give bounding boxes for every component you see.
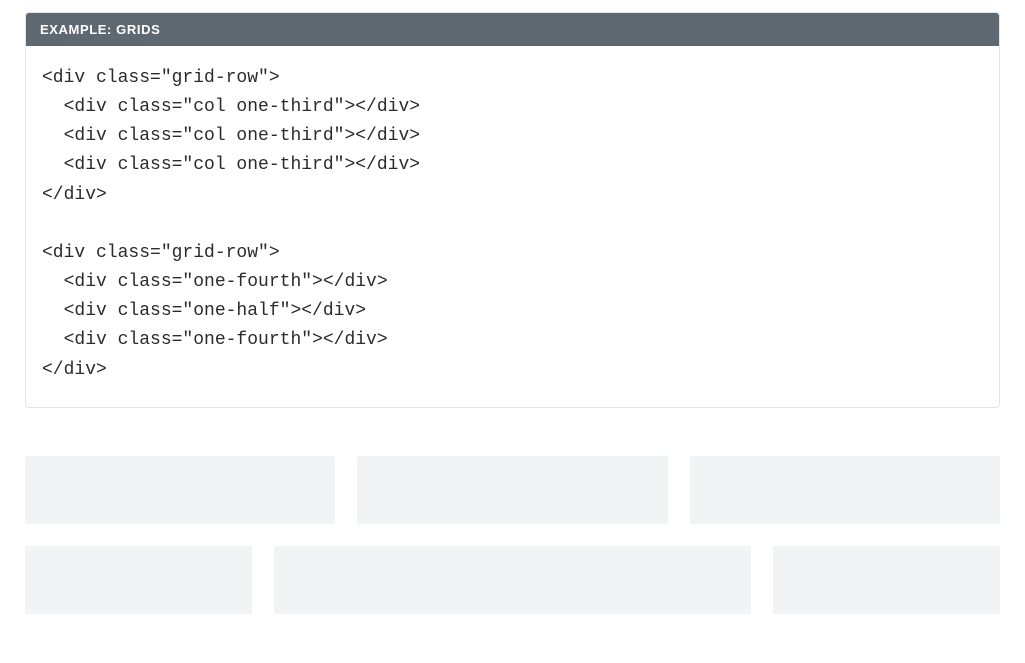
example-panel: EXAMPLE: GRIDS <div class="grid-row"> <d… [25, 12, 1000, 408]
grid-row [25, 546, 1000, 614]
grid-column-one-half [274, 546, 751, 614]
grid-row [25, 456, 1000, 524]
grid-demo [25, 456, 1000, 614]
grid-column-one-third [357, 456, 667, 524]
grid-column-one-third [25, 456, 335, 524]
example-body: <div class="grid-row"> <div class="col o… [26, 46, 999, 407]
example-header: EXAMPLE: GRIDS [26, 13, 999, 46]
grid-column-one-fourth [25, 546, 252, 614]
grid-column-one-third [690, 456, 1000, 524]
code-block: <div class="grid-row"> <div class="col o… [42, 64, 983, 385]
grid-column-one-fourth [773, 546, 1000, 614]
